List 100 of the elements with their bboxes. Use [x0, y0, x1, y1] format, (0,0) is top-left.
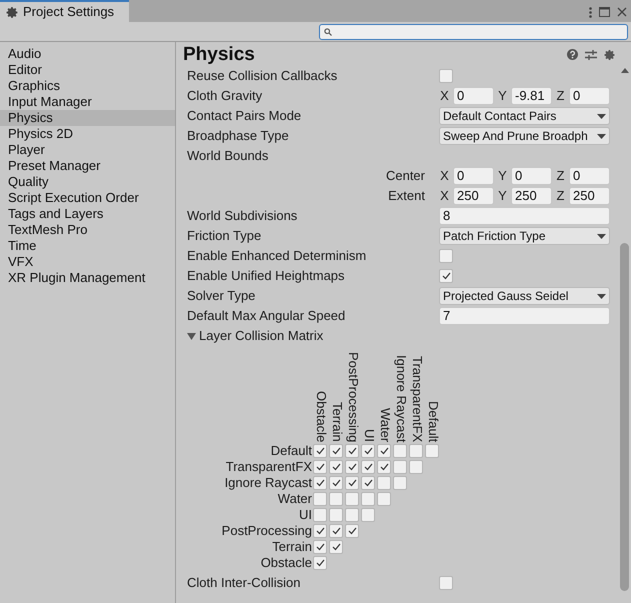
checkbox[interactable]	[329, 492, 343, 506]
sidebar-item[interactable]: Script Execution Order	[0, 190, 175, 206]
sidebar-item[interactable]: Player	[0, 142, 175, 158]
check-icon	[442, 272, 450, 280]
setting-label: Enable Unified Heightmaps	[187, 268, 345, 283]
number-field[interactable]: 8	[439, 207, 610, 225]
number-field[interactable]: 250	[511, 187, 552, 205]
checkbox[interactable]	[377, 444, 391, 458]
number-field[interactable]: 250	[569, 187, 610, 205]
checkbox[interactable]	[345, 492, 359, 506]
column-label: Water	[377, 408, 393, 442]
checkbox[interactable]	[329, 508, 343, 522]
checkbox[interactable]	[329, 524, 343, 538]
axis-label: Z	[556, 187, 566, 206]
checkbox[interactable]	[439, 249, 453, 263]
checkbox[interactable]	[377, 492, 391, 506]
column-label: Terrain	[329, 402, 345, 442]
checkbox[interactable]	[393, 444, 407, 458]
row-label: Terrain	[272, 539, 312, 555]
checkbox[interactable]	[329, 460, 343, 474]
checkbox[interactable]	[393, 460, 407, 474]
number-field[interactable]: 0	[453, 87, 494, 105]
sidebar-item[interactable]: Physics 2D	[0, 126, 175, 142]
settings-icon[interactable]	[604, 48, 616, 60]
checkbox[interactable]	[345, 508, 359, 522]
number-field[interactable]: 0	[511, 167, 552, 185]
checkbox[interactable]	[361, 508, 375, 522]
sidebar-item[interactable]: Preset Manager	[0, 158, 175, 174]
checkbox[interactable]	[329, 540, 343, 554]
checkbox[interactable]	[345, 444, 359, 458]
checkbox[interactable]	[329, 476, 343, 490]
number-field[interactable]: 250	[453, 187, 494, 205]
checkbox[interactable]	[313, 492, 327, 506]
setting-label: World Bounds	[187, 148, 268, 163]
sliders-icon[interactable]	[585, 48, 597, 60]
checkbox[interactable]	[313, 460, 327, 474]
dropdown[interactable]: Patch Friction Type	[439, 227, 610, 245]
sidebar-item[interactable]: Graphics	[0, 78, 175, 94]
checkbox[interactable]	[393, 476, 407, 490]
caret-icon	[597, 114, 606, 118]
close-icon[interactable]	[617, 7, 627, 17]
checkbox[interactable]	[361, 476, 375, 490]
search-field[interactable]	[319, 24, 628, 40]
help-icon[interactable]	[567, 49, 578, 60]
sidebar-item[interactable]: Quality	[0, 174, 175, 190]
checkbox[interactable]	[345, 476, 359, 490]
checkbox[interactable]	[313, 508, 327, 522]
checkbox[interactable]	[361, 444, 375, 458]
sidebar-item[interactable]: XR Plugin Management	[0, 270, 175, 286]
number-field[interactable]: 0	[453, 167, 494, 185]
checkbox[interactable]	[361, 460, 375, 474]
sidebar-item[interactable]: VFX	[0, 254, 175, 270]
number-field[interactable]: -9.81	[511, 87, 552, 105]
expanded-triangle-icon[interactable]	[187, 332, 196, 340]
sidebar-item[interactable]: Input Manager	[0, 94, 175, 110]
checkbox[interactable]	[377, 460, 391, 474]
setting-label: Solver Type	[187, 288, 256, 303]
column-label: Default	[425, 400, 441, 442]
dropdown[interactable]: Projected Gauss Seidel	[439, 287, 610, 305]
setting-label: Cloth Inter-Collision	[187, 575, 300, 590]
checkbox[interactable]	[313, 556, 327, 570]
row-label: Water	[278, 491, 312, 507]
caret-icon	[597, 294, 606, 298]
checkbox[interactable]	[345, 524, 359, 538]
sidebar-item[interactable]: Audio	[0, 46, 175, 62]
checkbox[interactable]	[313, 444, 327, 458]
setting-label: Center	[386, 167, 425, 186]
sidebar-item[interactable]: TextMesh Pro	[0, 222, 175, 238]
dropdown[interactable]: Sweep And Prune Broadph	[439, 127, 610, 145]
window-tab[interactable]: Project Settings	[0, 0, 129, 22]
checkbox[interactable]	[439, 576, 453, 590]
caret-icon	[597, 134, 606, 138]
column-label: TransparentFX	[409, 356, 425, 442]
checkbox[interactable]	[409, 460, 423, 474]
checkbox[interactable]	[329, 444, 343, 458]
checkbox[interactable]	[425, 444, 439, 458]
axis-label: Y	[497, 187, 508, 206]
checkbox[interactable]	[439, 269, 453, 283]
checkbox[interactable]	[377, 476, 391, 490]
checkbox[interactable]	[439, 69, 453, 83]
number-field[interactable]: 7	[439, 307, 610, 325]
axis-label: Y	[497, 87, 508, 106]
checkbox[interactable]	[313, 476, 327, 490]
sidebar-item[interactable]: Time	[0, 238, 175, 254]
checkbox[interactable]	[361, 492, 375, 506]
scrollbar-thumb[interactable]	[620, 243, 629, 591]
dropdown[interactable]: Default Contact Pairs	[439, 107, 610, 125]
maximize-icon[interactable]	[599, 7, 610, 17]
search-icon	[324, 28, 332, 36]
checkbox[interactable]	[409, 444, 423, 458]
sidebar-item[interactable]: Physics	[0, 110, 175, 126]
checkbox[interactable]	[313, 524, 327, 538]
number-field[interactable]: 0	[569, 167, 610, 185]
sidebar-item[interactable]: Tags and Layers	[0, 206, 175, 222]
sidebar-item[interactable]: Editor	[0, 62, 175, 78]
more-icon[interactable]	[589, 6, 592, 18]
checkbox[interactable]	[345, 460, 359, 474]
number-field[interactable]: 0	[569, 87, 610, 105]
checkbox[interactable]	[313, 540, 327, 554]
scroll-up-icon[interactable]	[620, 68, 628, 73]
